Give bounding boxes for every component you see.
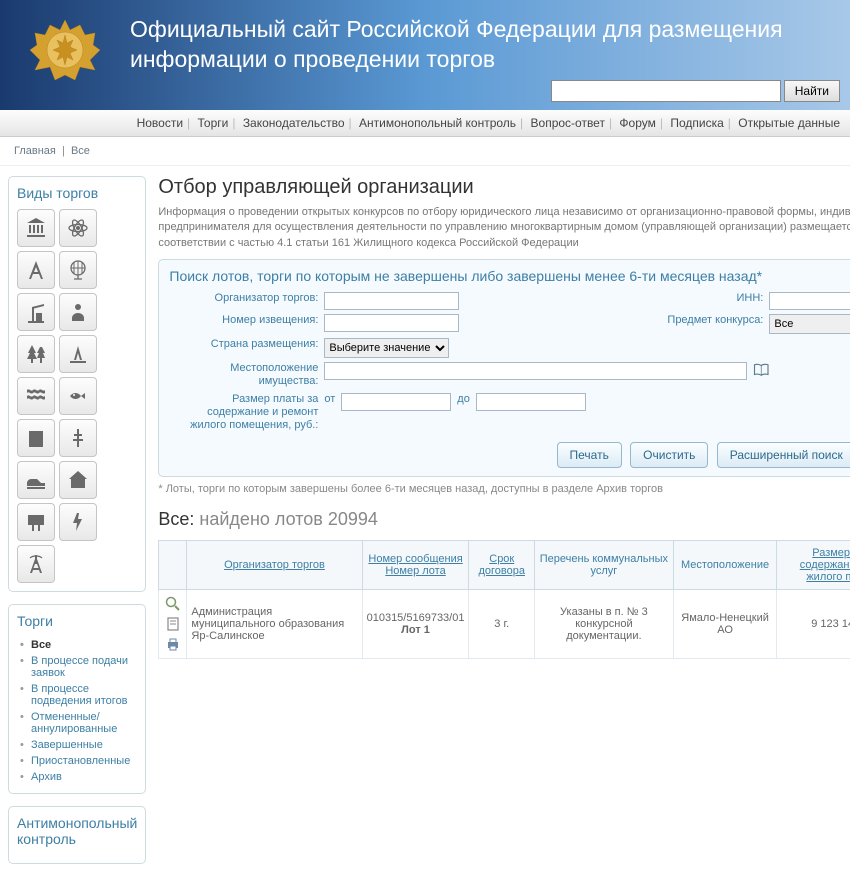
type-icon-house[interactable] <box>59 461 97 499</box>
page-title: Отбор управляющей организации <box>158 176 850 199</box>
sidebar-item[interactable]: В процессе подведения итогов <box>17 681 137 709</box>
input-price-from[interactable] <box>341 393 451 411</box>
cell-location: Ямало-Ненецкий АО <box>673 590 777 659</box>
input-organizer[interactable] <box>324 292 459 310</box>
select-country[interactable]: Выберите значение <box>324 338 449 358</box>
type-icon-forest[interactable] <box>17 335 55 373</box>
breadcrumb: Главная | Все <box>0 137 850 166</box>
nav-forum[interactable]: Форум <box>619 116 655 130</box>
col-organizer[interactable]: Организатор торгов <box>224 559 325 571</box>
type-icon-atom[interactable] <box>59 209 97 247</box>
col-price[interactable]: Размер платы за содержание и ремонт жило… <box>800 547 850 583</box>
col-term[interactable]: Срок договора <box>479 553 526 577</box>
table-row: Администрация муниципального образования… <box>159 590 850 659</box>
search-footnote: * Лоты, торги по которым завершены более… <box>158 483 850 495</box>
nav-qa[interactable]: Вопрос-ответ <box>531 116 605 130</box>
main-content: Отбор управляющей организации Информация… <box>154 166 850 886</box>
label-notice: Номер извещения: <box>169 314 324 334</box>
results-title: Все: найдено лотов 20994 <box>158 509 850 530</box>
search-panel: Поиск лотов, торги по которым не заверше… <box>158 259 850 477</box>
type-icon-snowmobile[interactable] <box>17 461 55 499</box>
label-from: от <box>324 393 341 433</box>
nav-news[interactable]: Новости <box>137 116 183 130</box>
input-notice[interactable] <box>324 314 459 332</box>
sidebox-torgi-title: Торги <box>17 613 137 629</box>
nav-subscribe[interactable]: Подписка <box>670 116 723 130</box>
advanced-button[interactable]: Расширенный поиск <box>717 442 850 468</box>
nav-torgi[interactable]: Торги <box>198 116 229 130</box>
col-location: Местоположение <box>673 541 777 590</box>
magnify-icon[interactable] <box>165 596 181 612</box>
results-table: Организатор торгов Номер сообщенияНомер … <box>158 540 850 659</box>
sidebox-control: Антимонопольный контроль <box>8 806 146 864</box>
nav-control[interactable]: Антимонопольный контроль <box>359 116 516 130</box>
cell-price: 9 123 149,34 руб. <box>777 590 850 659</box>
sidebox-control-title: Антимонопольный контроль <box>17 815 137 847</box>
sidebox-types-title: Виды торгов <box>17 185 137 201</box>
breadcrumb-all[interactable]: Все <box>71 145 90 157</box>
type-icon-globe[interactable] <box>59 251 97 289</box>
cell-services: Указаны в п. № 3 конкурсной документации… <box>535 590 674 659</box>
col-msg[interactable]: Номер сообщения <box>368 553 462 565</box>
label-location: Местоположение имущества: <box>169 362 324 388</box>
sidebar-item[interactable]: Отмененные/аннулированные <box>17 709 137 737</box>
type-icon-survey[interactable] <box>17 251 55 289</box>
type-icon-building[interactable] <box>17 209 55 247</box>
input-inn[interactable] <box>769 292 850 310</box>
site-title: Официальный сайт Российской Федерации дл… <box>130 10 783 75</box>
type-icon-apartment[interactable] <box>17 419 55 457</box>
book-icon[interactable] <box>753 362 771 378</box>
input-price-to[interactable] <box>476 393 586 411</box>
sidebox-torgi: Торги ВсеВ процессе подачи заявокВ проце… <box>8 604 146 794</box>
col-lot[interactable]: Номер лота <box>385 565 445 577</box>
header-search: Найти <box>551 80 840 102</box>
input-location[interactable] <box>324 362 747 380</box>
label-to: до <box>451 393 476 433</box>
label-organizer: Организатор торгов: <box>169 292 324 310</box>
sidebar: Виды торгов Торг <box>0 166 154 886</box>
label-inn: ИНН: <box>459 292 769 310</box>
site-header: Официальный сайт Российской Федерации дл… <box>0 0 850 110</box>
type-icon-power[interactable] <box>59 503 97 541</box>
cell-term: 3 г. <box>469 590 535 659</box>
sidebar-item[interactable]: Все <box>17 637 137 653</box>
emblem-icon <box>10 5 120 105</box>
type-icon-tower[interactable] <box>17 545 55 583</box>
nav-law[interactable]: Законодательство <box>243 116 345 130</box>
label-price: Размер платы за содержание и ремонт жило… <box>169 393 324 433</box>
type-icon-water[interactable] <box>17 377 55 415</box>
label-country: Страна размещения: <box>169 338 324 358</box>
type-icon-crane[interactable] <box>17 293 55 331</box>
col-services: Перечень коммунальных услуг <box>535 541 674 590</box>
print-button[interactable]: Печать <box>557 442 622 468</box>
clear-button[interactable]: Очистить <box>630 442 708 468</box>
sidebar-item[interactable]: Завершенные <box>17 737 137 753</box>
cell-msg: 010315/5169733/01Лот 1 <box>362 590 469 659</box>
type-icon-fish[interactable] <box>59 377 97 415</box>
type-icon-valve[interactable] <box>59 419 97 457</box>
doc-icon[interactable] <box>165 616 181 632</box>
select-subject[interactable]: Все <box>769 314 850 334</box>
type-icon-oil[interactable] <box>59 335 97 373</box>
header-search-button[interactable]: Найти <box>784 80 840 102</box>
nav-opendata[interactable]: Открытые данные <box>738 116 840 130</box>
top-nav: Новости| Торги| Законодательство| Антимо… <box>0 110 850 137</box>
sidebox-types: Виды торгов <box>8 176 146 592</box>
type-icon-billboard[interactable] <box>17 503 55 541</box>
sidebar-item[interactable]: Архив <box>17 769 137 785</box>
print-icon[interactable] <box>165 636 181 652</box>
label-subject: Предмет конкурса: <box>459 314 769 334</box>
sidebar-item[interactable]: В процессе подачи заявок <box>17 653 137 681</box>
type-icon-person[interactable] <box>59 293 97 331</box>
header-search-input[interactable] <box>551 80 781 102</box>
sidebar-item[interactable]: Приостановленные <box>17 753 137 769</box>
breadcrumb-home[interactable]: Главная <box>14 145 56 157</box>
cell-organizer: Администрация муниципального образования… <box>187 590 362 659</box>
search-panel-title: Поиск лотов, торги по которым не заверше… <box>169 268 850 284</box>
page-intro: Информация о проведении открытых конкурс… <box>158 205 850 251</box>
